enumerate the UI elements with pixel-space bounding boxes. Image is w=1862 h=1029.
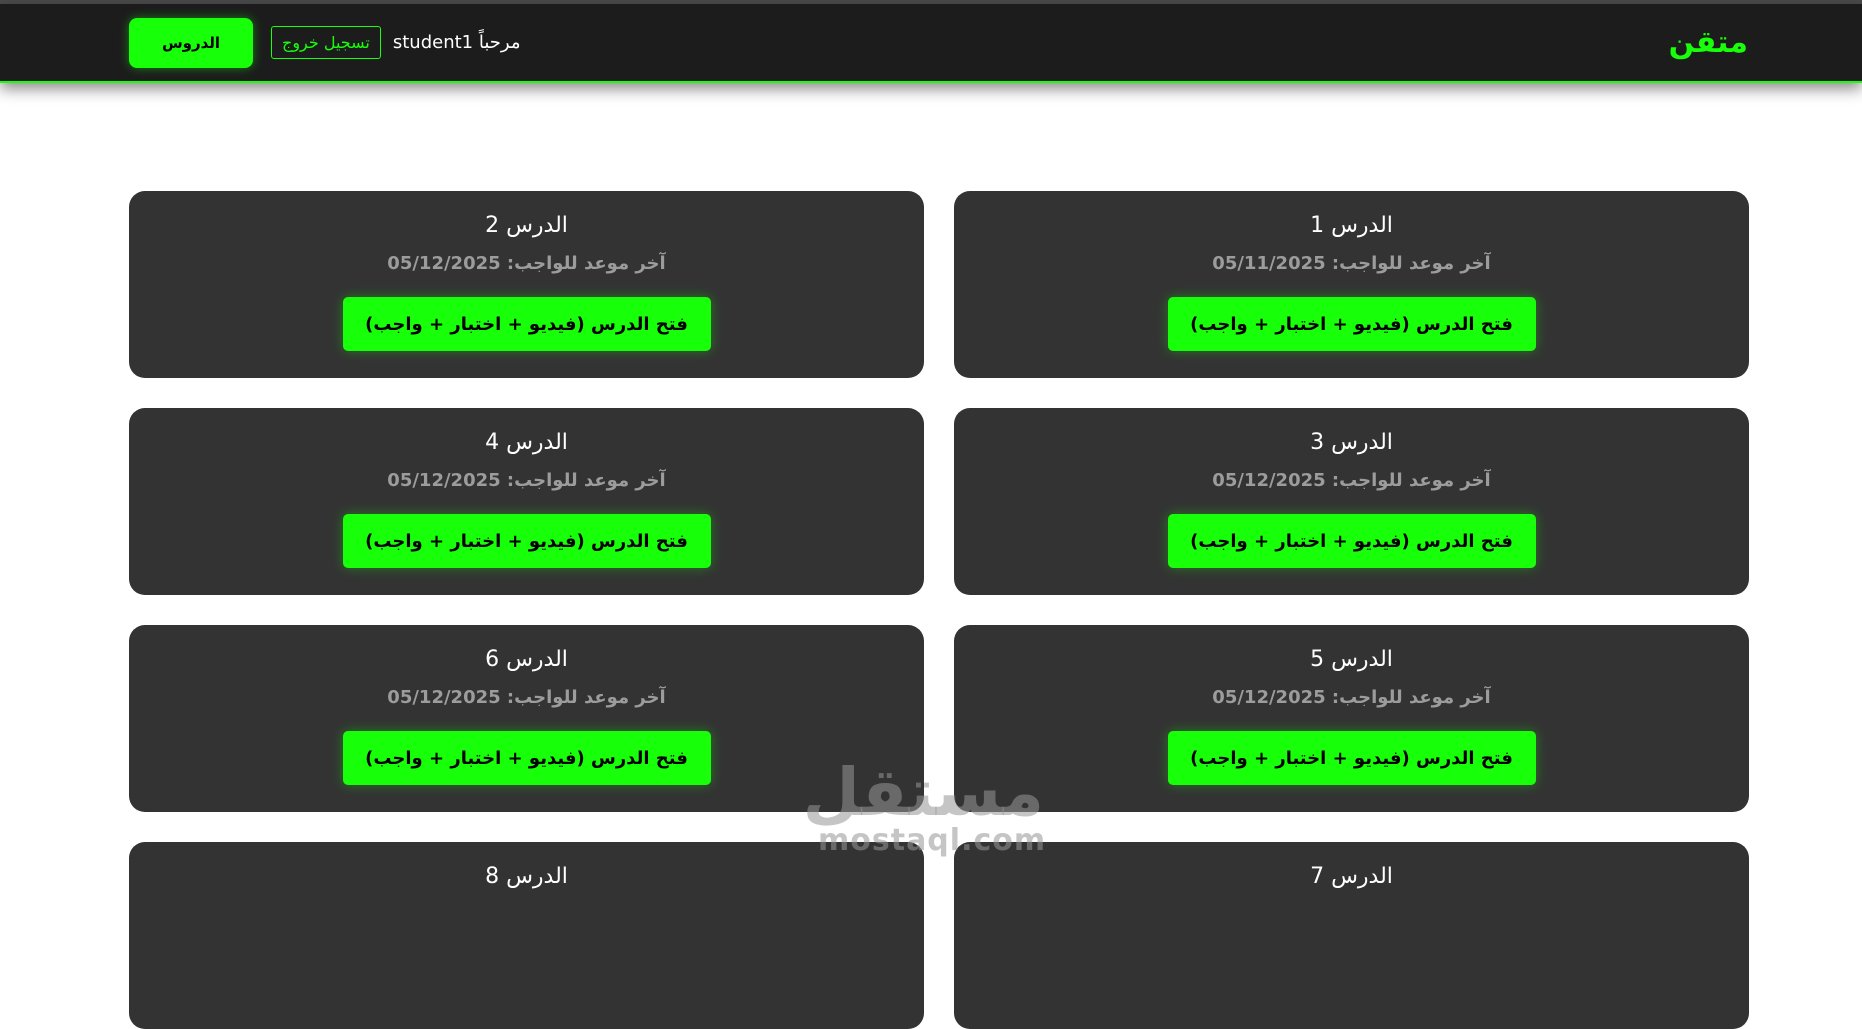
lesson-due-date: آخر موعد للواجب: 05/11/2025 (1212, 253, 1491, 274)
lesson-card: الدرس 6 آخر موعد للواجب: 05/12/2025 فتح … (129, 625, 924, 812)
lesson-title: الدرس 7 (1310, 864, 1393, 889)
lesson-title: الدرس 2 (485, 213, 568, 238)
lesson-due-date: آخر موعد للواجب: 05/12/2025 (1212, 470, 1491, 491)
lesson-card: الدرس 5 آخر موعد للواجب: 05/12/2025 فتح … (954, 625, 1749, 812)
lesson-title: الدرس 8 (485, 864, 568, 889)
lesson-due-date: آخر موعد للواجب: 05/12/2025 (387, 687, 666, 708)
lesson-due-date: آخر موعد للواجب: 05/12/2025 (1212, 687, 1491, 708)
open-lesson-button[interactable]: فتح الدرس (فيديو + اختبار + واجب) (1167, 297, 1536, 351)
site-logo[interactable]: متقن (1669, 25, 1748, 60)
site-header: متقن مرحباً student1 تسجيل خروج الدروس (0, 4, 1862, 83)
lesson-title: الدرس 4 (485, 430, 568, 455)
header-user-area: مرحباً student1 تسجيل خروج الدروس (129, 17, 521, 68)
open-lesson-button[interactable]: فتح الدرس (فيديو + اختبار + واجب) (342, 731, 711, 785)
welcome-text: مرحباً student1 (393, 32, 521, 53)
lesson-card: الدرس 7 (954, 842, 1749, 1029)
open-lesson-button[interactable]: فتح الدرس (فيديو + اختبار + واجب) (342, 297, 711, 351)
welcome-prefix: مرحباً (478, 32, 521, 53)
username: student1 (392, 32, 474, 53)
lesson-title: الدرس 3 (1310, 430, 1393, 455)
logout-button[interactable]: تسجيل خروج (271, 26, 381, 59)
lesson-card: الدرس 8 (129, 842, 924, 1029)
lesson-card: الدرس 4 آخر موعد للواجب: 05/12/2025 فتح … (129, 408, 924, 595)
lessons-grid: الدرس 1 آخر موعد للواجب: 05/11/2025 فتح … (129, 191, 1749, 1029)
lesson-card: الدرس 2 آخر موعد للواجب: 05/12/2025 فتح … (129, 191, 924, 378)
lesson-title: الدرس 1 (1310, 213, 1393, 238)
open-lesson-button[interactable]: فتح الدرس (فيديو + اختبار + واجب) (1167, 731, 1536, 785)
open-lesson-button[interactable]: فتح الدرس (فيديو + اختبار + واجب) (342, 514, 711, 568)
lesson-card: الدرس 3 آخر موعد للواجب: 05/12/2025 فتح … (954, 408, 1749, 595)
lesson-title: الدرس 5 (1310, 647, 1393, 672)
lesson-due-date: آخر موعد للواجب: 05/12/2025 (387, 470, 666, 491)
lessons-button[interactable]: الدروس (129, 17, 253, 68)
open-lesson-button[interactable]: فتح الدرس (فيديو + اختبار + واجب) (1167, 514, 1536, 568)
lesson-card: الدرس 1 آخر موعد للواجب: 05/11/2025 فتح … (954, 191, 1749, 378)
lesson-title: الدرس 6 (485, 647, 568, 672)
lesson-due-date: آخر موعد للواجب: 05/12/2025 (387, 253, 666, 274)
